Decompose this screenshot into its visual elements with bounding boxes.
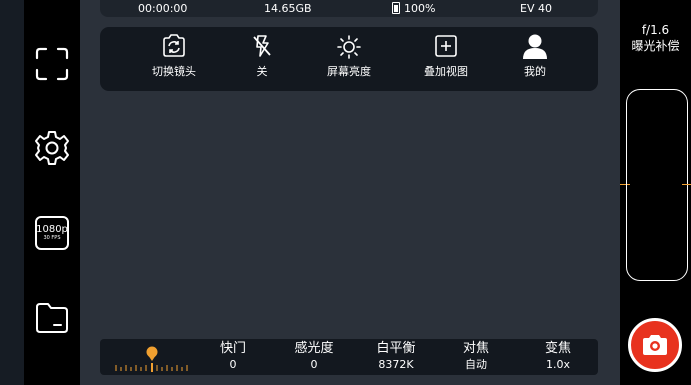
- status-bar: 00:00:00 14.65GB 100% EV 40: [100, 0, 598, 17]
- marker-tip: [148, 355, 156, 361]
- resolution-label: 1080p: [36, 224, 68, 235]
- param-value: 0: [229, 358, 237, 371]
- menu-item-label: 关: [256, 65, 268, 78]
- param-value: 0: [310, 358, 318, 371]
- fps-label: 30 FPS: [43, 235, 61, 241]
- menu-item-label: 屏幕亮度: [327, 65, 371, 78]
- param-value: 8372K: [378, 358, 414, 371]
- white-balance-param[interactable]: 白平衡 8372K: [361, 340, 431, 372]
- param-value: 自动: [465, 358, 487, 371]
- gallery-button[interactable]: [32, 298, 72, 338]
- resolution-badge: 1080p 30 FPS: [35, 216, 69, 250]
- zoom-param[interactable]: 变焦 1.0x: [523, 340, 593, 372]
- person-icon: [523, 34, 547, 59]
- exposure-ruler[interactable]: [114, 343, 190, 373]
- menu-item-label: 叠加视图: [424, 65, 468, 78]
- aperture-readout: f/1.6 曝光补偿: [620, 22, 691, 54]
- fullscreen-button[interactable]: [32, 44, 72, 84]
- gear-icon: [35, 131, 69, 165]
- battery-icon: [392, 2, 400, 14]
- camera-icon: [643, 335, 667, 355]
- camera-params-panel: 快门 0 感光度 0 白平衡 8372K 对焦 自动 变焦 1.0x: [100, 339, 598, 375]
- quick-menu-panel: 切换镜头 关 屏幕亮度 叠加视图 我的: [100, 27, 598, 91]
- profile-button[interactable]: 我的: [497, 33, 573, 79]
- exposure-compensation-label: 曝光补偿: [631, 39, 680, 53]
- shutter-param[interactable]: 快门 0: [198, 340, 268, 372]
- param-label: 感光度: [294, 341, 334, 356]
- battery-level: 100%: [404, 2, 436, 15]
- brightness-icon: [337, 35, 361, 59]
- param-label: 白平衡: [376, 341, 416, 356]
- flash-toggle-button[interactable]: 关: [224, 33, 300, 79]
- fullscreen-icon: [35, 47, 69, 81]
- recording-time: 00:00:00: [138, 2, 188, 15]
- left-edge-strip: [0, 0, 24, 385]
- param-label: 变焦: [544, 341, 571, 356]
- switch-camera-button[interactable]: 切换镜头: [136, 33, 212, 79]
- param-label: 对焦: [462, 341, 489, 356]
- param-value: 1.0x: [545, 358, 570, 371]
- overlay-view-button[interactable]: 叠加视图: [408, 33, 484, 79]
- exposure-slider[interactable]: [626, 89, 688, 281]
- param-label: 快门: [219, 341, 246, 356]
- storage-remaining: 14.65GB: [264, 2, 312, 15]
- menu-item-label: 我的: [524, 65, 546, 78]
- settings-button[interactable]: [32, 128, 72, 168]
- ev-tick-right: [682, 184, 691, 185]
- folder-icon: [36, 303, 68, 333]
- shutter-button[interactable]: [628, 318, 682, 372]
- ev-value: EV 40: [520, 2, 552, 15]
- switch-camera-icon: [163, 34, 185, 57]
- focus-param[interactable]: 对焦 自动: [441, 340, 511, 372]
- iso-param[interactable]: 感光度 0: [279, 340, 349, 372]
- menu-item-label: 切换镜头: [152, 65, 196, 78]
- aperture-value: f/1.6: [641, 23, 670, 37]
- overlay-add-icon: [435, 35, 457, 57]
- resolution-button[interactable]: 1080p 30 FPS: [32, 213, 72, 253]
- flash-off-icon: [253, 35, 271, 57]
- battery-status: 100%: [392, 2, 435, 15]
- screen-brightness-button[interactable]: 屏幕亮度: [311, 33, 387, 79]
